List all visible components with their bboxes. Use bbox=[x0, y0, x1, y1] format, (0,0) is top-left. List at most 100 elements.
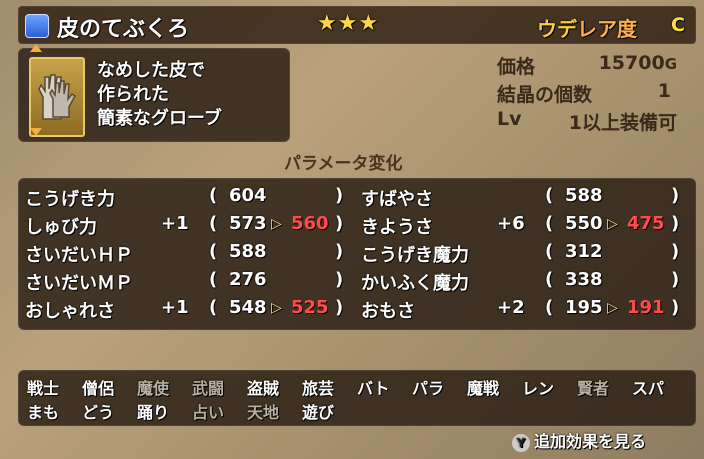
stat-name: おもさ bbox=[361, 301, 415, 322]
job-label: 占い bbox=[192, 403, 225, 422]
price-row: 価格 15700G bbox=[497, 52, 677, 78]
stat-name: こうげき魔力 bbox=[361, 245, 469, 266]
job-label: 踊り bbox=[137, 403, 170, 422]
job-label: バト bbox=[357, 379, 390, 398]
additional-effects-hint[interactable]: Y 追加効果を見る bbox=[512, 428, 646, 452]
crystal-row: 結晶の個数 1 bbox=[497, 80, 677, 106]
stat-name: きようさ bbox=[361, 217, 433, 238]
jobs-panel: 戦士 僧侶 魔使 武闘 盗賊 旅芸 バト パラ 魔戦 レン 賢者 スパ まも どう 踊り 占い 天地 遊び bbox=[18, 370, 696, 426]
item-description: なめした皮で 作られた 簡素なグローブ bbox=[97, 59, 222, 131]
paren-close: ) bbox=[335, 297, 344, 318]
stat-base-value: 550 bbox=[565, 213, 603, 234]
crystal-value: 1 bbox=[657, 80, 671, 102]
paren-close: ) bbox=[335, 269, 344, 290]
paren-open: ( bbox=[209, 241, 218, 262]
paren-open: ( bbox=[545, 185, 554, 206]
stat-modifier: +6 bbox=[497, 213, 525, 234]
stat-name: かいふく魔力 bbox=[361, 273, 469, 294]
job-label: 旅芸 bbox=[302, 379, 335, 398]
job-label: 戦士 bbox=[27, 379, 60, 398]
stat-name: さいだいＨＰ bbox=[25, 245, 133, 266]
paren-close: ) bbox=[335, 213, 344, 234]
paren-open: ( bbox=[545, 241, 554, 262]
price-number: 15700 bbox=[598, 52, 665, 74]
stat-name: こうげき力 bbox=[25, 189, 115, 210]
paren-close: ) bbox=[671, 185, 680, 206]
glove-category-icon bbox=[25, 14, 49, 38]
increase-arrow-icon: ▷ bbox=[607, 300, 618, 316]
scroll-down-arrow-icon[interactable] bbox=[30, 128, 42, 136]
job-label: レン bbox=[522, 379, 555, 398]
rarity-text: レア度 bbox=[577, 17, 637, 41]
title-bar: 皮のてぶくろ ★★★ ウデレア度 C bbox=[18, 6, 696, 44]
scroll-up-arrow-icon[interactable] bbox=[30, 44, 42, 52]
item-name: 皮のてぶくろ bbox=[57, 17, 190, 42]
stat-new-value: 525 bbox=[291, 297, 329, 318]
stat-base-value: 338 bbox=[565, 269, 603, 290]
stat-modifier: +2 bbox=[497, 297, 525, 318]
increase-arrow-icon: ▷ bbox=[271, 216, 282, 232]
paren-open: ( bbox=[209, 269, 218, 290]
equip-slot: ウデ bbox=[537, 17, 577, 41]
stat-new-value: 560 bbox=[291, 213, 329, 234]
stat-name: さいだいＭＰ bbox=[25, 273, 133, 294]
job-label: どう bbox=[82, 403, 115, 422]
stat-name: おしゃれさ bbox=[25, 301, 115, 322]
job-label: パラ bbox=[412, 379, 445, 398]
job-label: 盗賊 bbox=[247, 379, 280, 398]
paren-open: ( bbox=[545, 213, 554, 234]
job-label: 賢者 bbox=[577, 379, 610, 398]
job-label: 魔使 bbox=[137, 379, 170, 398]
job-label: 遊び bbox=[302, 403, 335, 422]
stat-base-value: 312 bbox=[565, 241, 603, 262]
star-rating: ★★★ bbox=[317, 11, 380, 36]
description-line: 作られた bbox=[97, 84, 169, 105]
glove-icon bbox=[38, 74, 76, 120]
stat-base-value: 195 bbox=[565, 297, 603, 318]
rarity-grade: C bbox=[671, 14, 685, 36]
level-label: Lv bbox=[497, 108, 522, 130]
stat-row: さいだいＨＰ (588) こうげき魔力 (312) bbox=[19, 241, 695, 267]
increase-arrow-icon: ▷ bbox=[271, 300, 282, 316]
job-label: 天地 bbox=[247, 403, 280, 422]
price-unit: G bbox=[664, 55, 677, 73]
stat-new-value: 191 bbox=[627, 297, 665, 318]
paren-close: ) bbox=[335, 185, 344, 206]
stat-new-value: 475 bbox=[627, 213, 665, 234]
description-line: 簡素なグローブ bbox=[97, 108, 222, 129]
level-value: 1以上装備可 bbox=[568, 112, 677, 134]
stat-name: すばやさ bbox=[361, 189, 433, 210]
paren-close: ) bbox=[335, 241, 344, 262]
stat-modifier: +1 bbox=[161, 213, 189, 234]
paren-open: ( bbox=[209, 213, 218, 234]
stats-panel: こうげき力(604) すばやさ(588) しゅび力 +1(573 ▷ 560) きようさ +6… bbox=[18, 178, 696, 330]
stat-base-value: 276 bbox=[229, 269, 267, 290]
stat-row: さいだいＭＰ (276) かいふく魔力 (338) bbox=[19, 269, 695, 295]
stat-row: しゅび力 +1(573 ▷ 560) きようさ +6(550 ▷ 475) bbox=[19, 213, 695, 239]
stat-modifier: +1 bbox=[161, 297, 189, 318]
stat-row: おしゃれさ +1(548 ▷ 525) おもさ +2(195 ▷ 191) bbox=[19, 297, 695, 323]
y-button-icon[interactable]: Y bbox=[512, 433, 530, 452]
level-row: Lv 1以上装備可 bbox=[497, 108, 677, 134]
stat-base-value: 588 bbox=[565, 185, 603, 206]
stat-base-value: 548 bbox=[229, 297, 267, 318]
increase-arrow-icon: ▷ bbox=[607, 216, 618, 232]
paren-close: ) bbox=[671, 241, 680, 262]
paren-close: ) bbox=[671, 213, 680, 234]
paren-open: ( bbox=[545, 297, 554, 318]
paren-open: ( bbox=[209, 185, 218, 206]
param-header: パラメータ変化 bbox=[284, 154, 403, 174]
job-label: 魔戦 bbox=[467, 379, 500, 398]
stat-base-value: 573 bbox=[229, 213, 267, 234]
additional-effects-label: 追加効果を見る bbox=[534, 432, 647, 451]
stat-base-value: 588 bbox=[229, 241, 267, 262]
price-value: 15700G bbox=[599, 52, 677, 74]
job-label: 武闘 bbox=[192, 379, 225, 398]
stat-name: しゅび力 bbox=[25, 217, 97, 238]
stat-base-value: 604 bbox=[229, 185, 267, 206]
job-label: スパ bbox=[632, 379, 665, 398]
price-label: 価格 bbox=[497, 56, 536, 78]
stat-row: こうげき力 (604) すばやさ (588) bbox=[19, 185, 695, 211]
item-image bbox=[29, 57, 85, 137]
paren-open: ( bbox=[545, 269, 554, 290]
